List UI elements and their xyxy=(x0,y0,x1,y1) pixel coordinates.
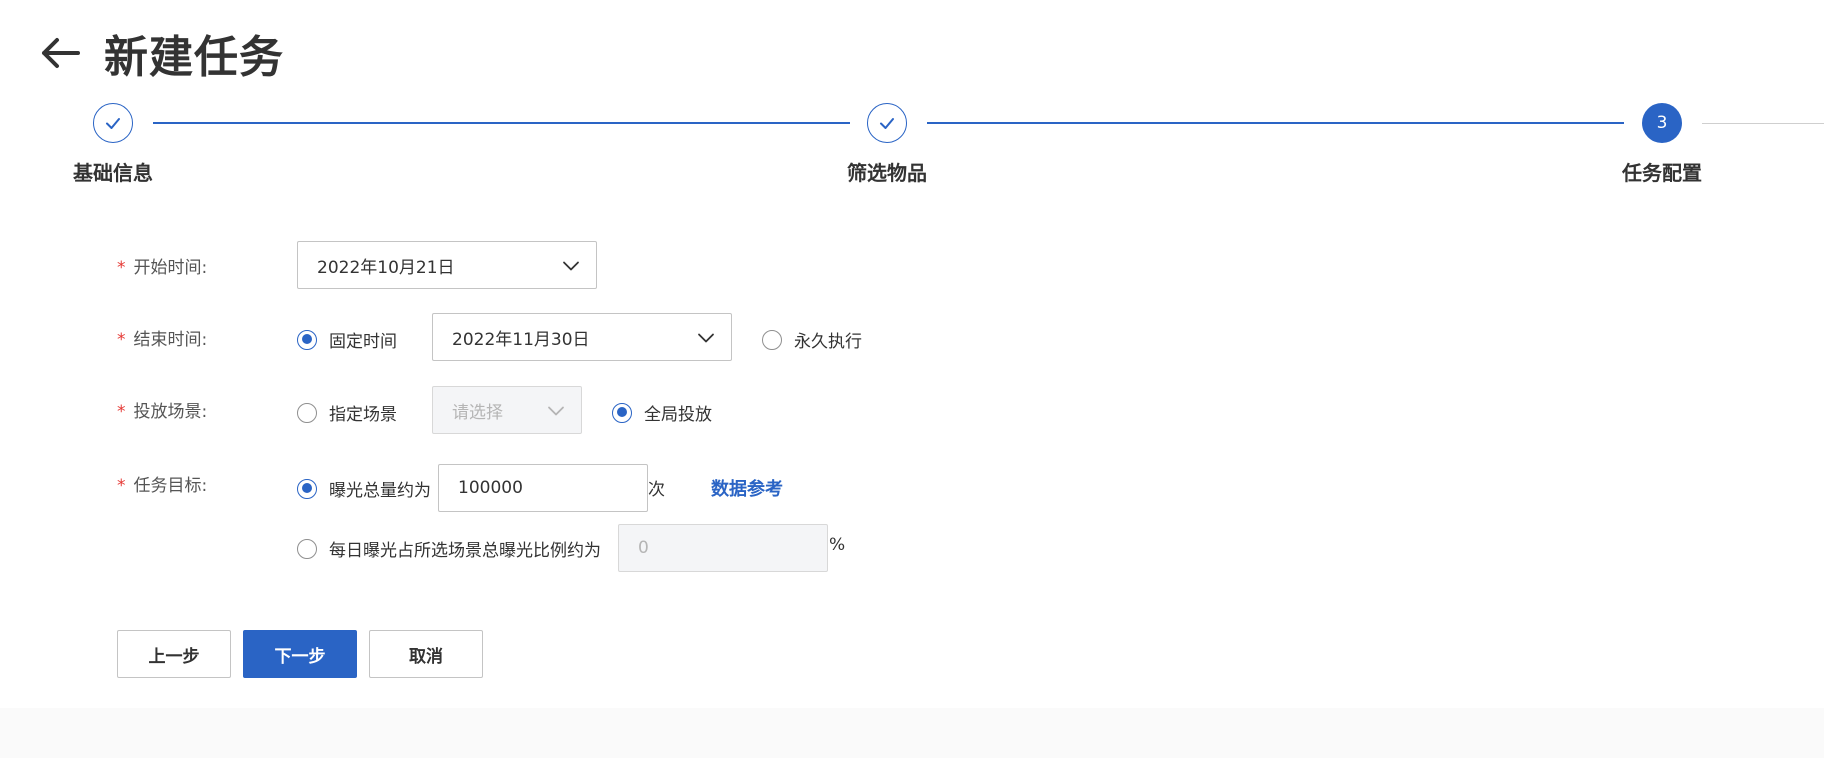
step-connector-1 xyxy=(153,122,850,124)
start-time-value: 2022年10月21日 xyxy=(317,257,455,278)
end-time-forever-label: 永久执行 xyxy=(794,332,862,352)
step-connector-3 xyxy=(1702,123,1824,124)
bottom-shade xyxy=(0,708,1824,758)
scene-select[interactable]: 请选择 xyxy=(432,386,582,434)
step-1-label: 基础信息 xyxy=(73,161,153,185)
end-time-label: * 结束时间: xyxy=(117,330,208,350)
radio-dot xyxy=(297,402,317,423)
scene-specific-radio[interactable]: 指定场景 xyxy=(297,400,397,425)
start-time-select[interactable]: 2022年10月21日 xyxy=(297,241,597,289)
required-mark: * xyxy=(117,258,126,278)
cancel-button[interactable]: 取消 xyxy=(369,630,483,678)
end-time-select[interactable]: 2022年11月30日 xyxy=(432,313,732,361)
target-ratio-label: 每日曝光占所选场景总曝光比例约为 xyxy=(329,541,601,561)
back-arrow-icon[interactable] xyxy=(38,31,82,75)
prev-step-button[interactable]: 上一步 xyxy=(117,630,231,678)
radio-dot xyxy=(762,329,782,350)
required-mark: * xyxy=(117,402,126,422)
step-2-label: 筛选物品 xyxy=(847,161,927,185)
chevron-down-icon xyxy=(548,406,564,416)
scene-label: * 投放场景: xyxy=(117,402,208,422)
chevron-down-icon xyxy=(698,333,714,343)
scene-specific-label: 指定场景 xyxy=(329,405,397,425)
step-connector-2 xyxy=(927,122,1624,124)
data-reference-link[interactable]: 数据参考 xyxy=(711,475,783,501)
radio-dot xyxy=(297,538,317,559)
start-time-label: * 开始时间: xyxy=(117,258,208,278)
scene-select-placeholder: 请选择 xyxy=(452,402,503,423)
step-2-check-icon xyxy=(867,103,907,143)
target-total-label: 曝光总量约为 xyxy=(329,481,431,501)
step-3-number: 3 xyxy=(1642,103,1682,143)
scene-global-label: 全局投放 xyxy=(644,405,712,425)
target-ratio-radio[interactable]: 每日曝光占所选场景总曝光比例约为 xyxy=(297,536,601,561)
required-mark: * xyxy=(117,330,126,350)
target-total-unit: 次 xyxy=(648,480,665,500)
radio-dot xyxy=(297,478,317,499)
end-time-fixed-label: 固定时间 xyxy=(329,332,397,352)
target-total-input[interactable] xyxy=(438,464,648,512)
end-time-forever-radio[interactable]: 永久执行 xyxy=(762,327,862,352)
end-time-value: 2022年11月30日 xyxy=(452,329,590,350)
page-header: 新建任务 xyxy=(38,18,284,88)
target-ratio-unit: % xyxy=(829,535,846,555)
scene-global-radio[interactable]: 全局投放 xyxy=(612,400,712,425)
radio-dot xyxy=(297,329,317,350)
target-label: * 任务目标: xyxy=(117,476,208,496)
step-1-check-icon xyxy=(93,103,133,143)
chevron-down-icon xyxy=(563,261,579,271)
steps-bar: 基础信息 筛选物品 3 任务配置 xyxy=(0,103,1824,193)
step-3-label: 任务配置 xyxy=(1622,161,1702,185)
page-title: 新建任务 xyxy=(104,32,284,83)
target-total-radio[interactable]: 曝光总量约为 xyxy=(297,476,431,501)
end-time-fixed-radio[interactable]: 固定时间 xyxy=(297,327,397,352)
radio-dot xyxy=(612,402,632,423)
next-step-button[interactable]: 下一步 xyxy=(243,630,357,678)
target-ratio-input[interactable] xyxy=(618,524,828,572)
required-mark: * xyxy=(117,476,126,496)
